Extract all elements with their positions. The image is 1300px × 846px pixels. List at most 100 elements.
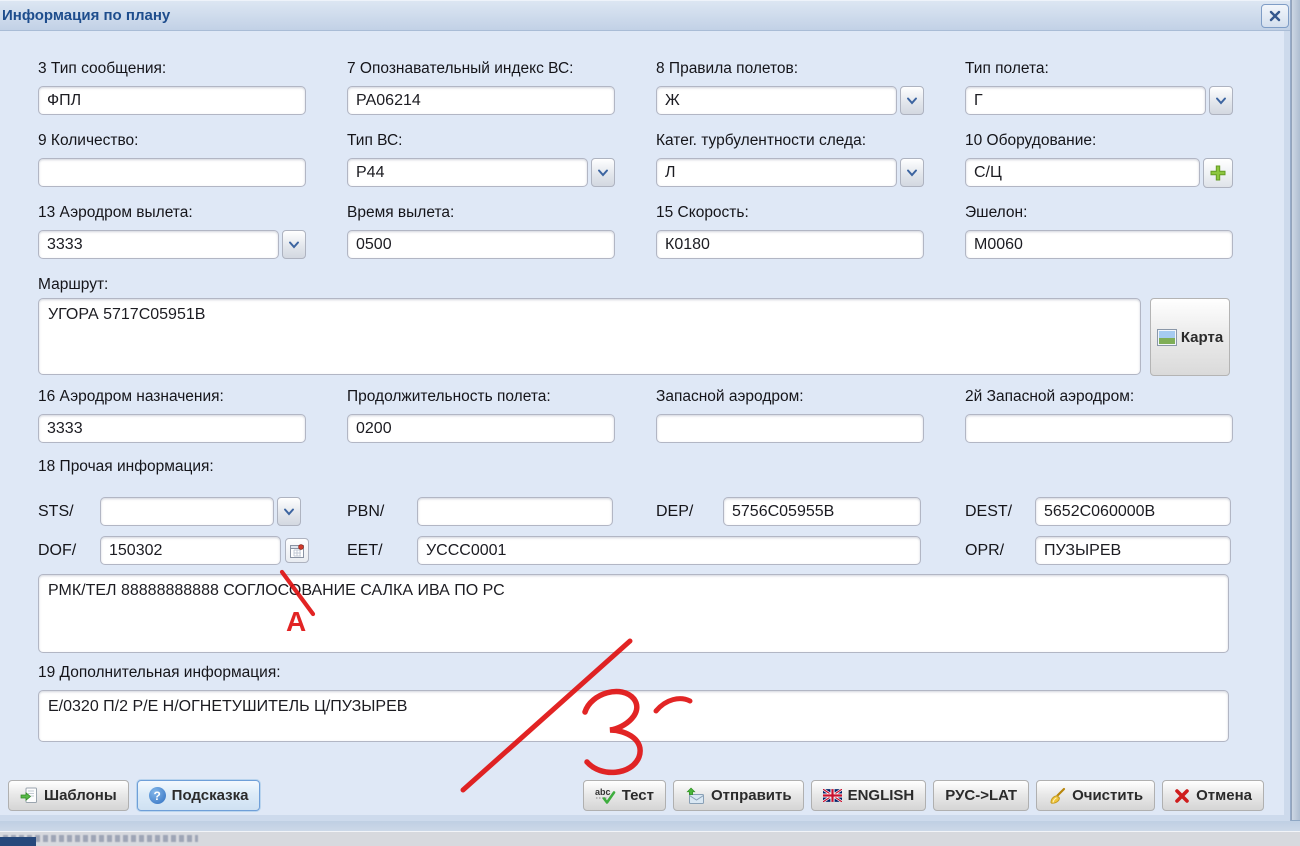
spellcheck-icon: abc: [595, 787, 616, 805]
rmk-textarea[interactable]: РМК/ТЕЛ 88888888888 СОГЛОСОВАНИЕ САЛКА И…: [38, 574, 1229, 653]
test-button-label: Тест: [622, 787, 654, 804]
altn-aerodrome-label: Запасной аэродром:: [656, 388, 924, 406]
send-button[interactable]: Отправить: [673, 780, 804, 811]
uk-flag-icon: [823, 789, 842, 802]
duration-input[interactable]: [347, 414, 615, 443]
pbn-label: PBN/: [347, 503, 384, 521]
dest-aerodrome-input[interactable]: [38, 414, 306, 443]
opr-input[interactable]: [1035, 536, 1231, 565]
level-input[interactable]: [965, 230, 1233, 259]
duration-label: Продолжительность полета:: [347, 388, 615, 406]
route-label: Маршрут:: [38, 276, 108, 294]
route-textarea[interactable]: УГОРА 5717С05951В: [38, 298, 1141, 375]
wake-category-input[interactable]: [656, 158, 897, 187]
eet-label: EET/: [347, 542, 383, 560]
flight-rules-label: 8 Правила полетов:: [656, 60, 924, 78]
dest-aerodrome-label: 16 Аэродром назначения:: [38, 388, 306, 406]
dep-time-input[interactable]: [347, 230, 615, 259]
chevron-down-icon: [597, 169, 609, 177]
number-label: 9 Количество:: [38, 132, 306, 150]
map-button-label: Карта: [1181, 329, 1223, 346]
background-page-strip: [1291, 0, 1300, 846]
flight-rules-dropdown-trigger[interactable]: [900, 86, 924, 115]
map-button[interactable]: Карта: [1150, 298, 1230, 376]
altn2-aerodrome-label: 2й Запасной аэродром:: [965, 388, 1233, 406]
plus-icon: [1210, 165, 1226, 181]
wake-category-dropdown-trigger[interactable]: [900, 158, 924, 187]
chevron-down-icon: [283, 508, 295, 516]
dep-aerodrome-label: 13 Аэродром вылета:: [38, 204, 306, 222]
sts-dropdown-trigger[interactable]: [277, 497, 301, 526]
hint-button[interactable]: ? Подсказка: [137, 780, 261, 811]
clear-button[interactable]: Очистить: [1036, 780, 1155, 811]
section19-label: 19 Дополнительная информация:: [38, 664, 281, 682]
equipment-add-button[interactable]: [1203, 158, 1233, 188]
toolbar-right: abc Тест Отправить: [583, 780, 1264, 811]
altn2-aerodrome-input[interactable]: [965, 414, 1233, 443]
dof-calendar-button[interactable]: [285, 538, 309, 563]
suppl-info-textarea[interactable]: Е/0320 П/2 Р/Е Н/ОГНЕТУШИТЕЛЬ Ц/ПУЗЫРЕВ: [38, 690, 1229, 742]
flight-type-input[interactable]: [965, 86, 1206, 115]
dof-input[interactable]: [100, 536, 281, 565]
number-input[interactable]: [38, 158, 306, 187]
pbn-input[interactable]: [417, 497, 613, 526]
close-button[interactable]: [1261, 4, 1289, 28]
background-bottom-band: [0, 820, 1300, 832]
test-button[interactable]: abc Тест: [583, 780, 666, 811]
templates-button-label: Шаблоны: [44, 787, 117, 804]
dep-aerodrome-dropdown-trigger[interactable]: [282, 230, 306, 259]
send-icon: [685, 787, 705, 805]
altn-aerodrome-input[interactable]: [656, 414, 924, 443]
toolbar-left: Шаблоны ? Подсказка: [8, 780, 260, 811]
dialog-titlebar: Информация по плану: [0, 0, 1290, 31]
acft-type-dropdown-trigger[interactable]: [591, 158, 615, 187]
flight-plan-dialog: Информация по плану 3 Тип сообщения: 7 О…: [0, 0, 1291, 821]
chevron-down-icon: [288, 241, 300, 249]
svg-text:abc: abc: [595, 787, 611, 797]
chevron-down-icon: [1215, 97, 1227, 105]
speed-input[interactable]: [656, 230, 924, 259]
chevron-down-icon: [906, 97, 918, 105]
speed-label: 15 Скорость:: [656, 204, 924, 222]
dialog-title: Информация по плану: [2, 7, 170, 24]
templates-icon: [20, 787, 38, 804]
cancel-button[interactable]: Отмена: [1162, 780, 1264, 811]
rus-to-lat-button-label: РУС->LAT: [945, 787, 1017, 804]
flight-type-label: Тип полета:: [965, 60, 1233, 78]
cancel-button-label: Отмена: [1196, 787, 1252, 804]
flight-rules-input[interactable]: [656, 86, 897, 115]
english-button-label: ENGLISH: [848, 787, 915, 804]
hint-button-label: Подсказка: [172, 787, 249, 804]
dof-label: DOF/: [38, 542, 76, 560]
background-navy-corner: [0, 837, 36, 846]
dep-point-label: DEP/: [656, 503, 693, 521]
dest-point-input[interactable]: [1035, 497, 1231, 526]
red-x-icon: [1174, 788, 1190, 804]
equipment-input[interactable]: [965, 158, 1200, 187]
msg-type-label: 3 Тип сообщения:: [38, 60, 306, 78]
wake-category-label: Катег. турбулентности следа:: [656, 132, 924, 150]
chevron-down-icon: [906, 169, 918, 177]
acft-type-input[interactable]: [347, 158, 588, 187]
dest-point-label: DEST/: [965, 503, 1012, 521]
calendar-icon: [289, 543, 305, 559]
eet-input[interactable]: [417, 536, 921, 565]
flight-type-dropdown-trigger[interactable]: [1209, 86, 1233, 115]
clear-button-label: Очистить: [1072, 787, 1143, 804]
templates-button[interactable]: Шаблоны: [8, 780, 129, 811]
section18-label: 18 Прочая информация:: [38, 458, 214, 476]
broom-icon: [1048, 787, 1066, 805]
english-button[interactable]: ENGLISH: [811, 780, 927, 811]
acft-type-label: Тип ВС:: [347, 132, 615, 150]
acft-index-input[interactable]: [347, 86, 615, 115]
sts-input[interactable]: [100, 497, 274, 526]
rus-to-lat-button[interactable]: РУС->LAT: [933, 780, 1029, 811]
dep-aerodrome-input[interactable]: [38, 230, 279, 259]
send-button-label: Отправить: [711, 787, 792, 804]
dep-time-label: Время вылета:: [347, 204, 615, 222]
acft-index-label: 7 Опознавательный индекс ВС:: [347, 60, 615, 78]
msg-type-input[interactable]: [38, 86, 306, 115]
close-icon: [1269, 10, 1281, 22]
dep-point-input[interactable]: [723, 497, 921, 526]
level-label: Эшелон:: [965, 204, 1233, 222]
